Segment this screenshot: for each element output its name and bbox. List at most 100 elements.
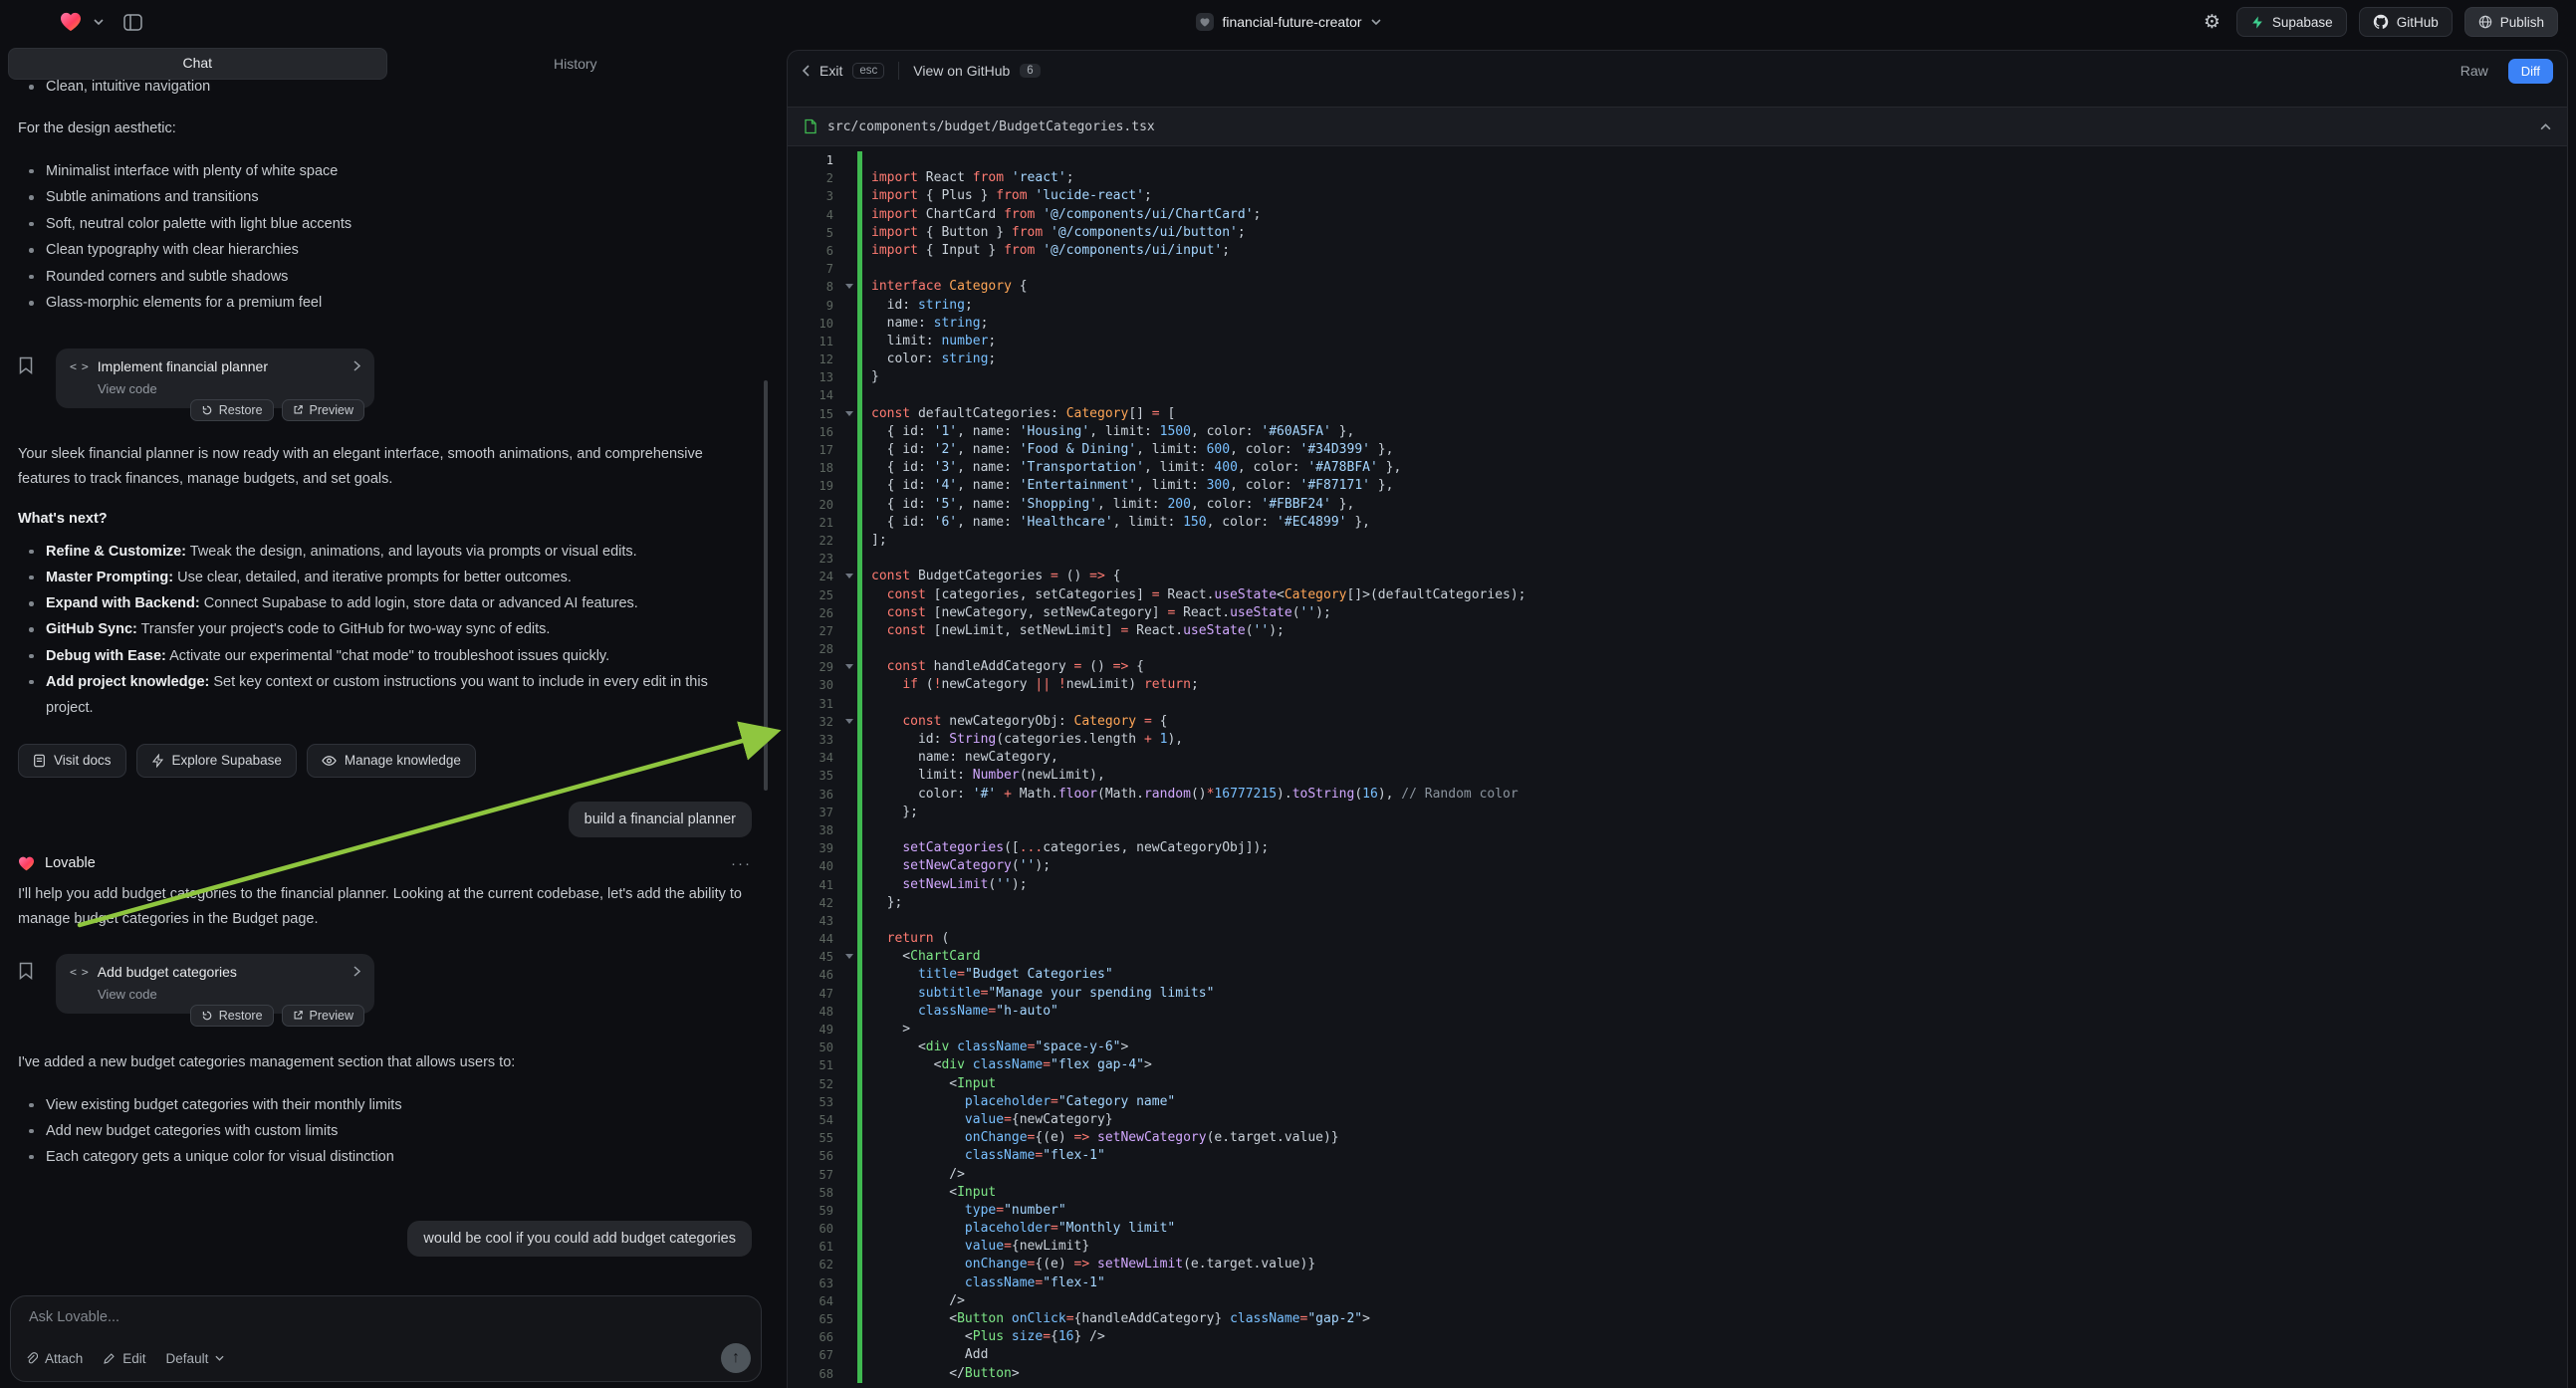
- preview-button[interactable]: Preview: [282, 399, 364, 421]
- collapse-chevron-up-icon[interactable]: [2540, 123, 2551, 130]
- code-line: 25 const [categories, setCategories] = R…: [788, 586, 2567, 604]
- code-line: 63 className="flex-1": [788, 1274, 2567, 1292]
- chat-panel: Chat History Clean, intuitive navigation…: [0, 44, 772, 1388]
- diff-added-gutter: [857, 857, 862, 875]
- chat-scrollbar[interactable]: [764, 380, 768, 791]
- diff-added-gutter: [857, 1220, 862, 1238]
- project-chevron-down-icon: [1371, 19, 1381, 25]
- lovable-heart-logo[interactable]: [60, 12, 82, 32]
- diff-added-gutter: [857, 206, 862, 224]
- code-line: 56 className="flex-1": [788, 1147, 2567, 1165]
- code-line: 37 };: [788, 804, 2567, 821]
- message-menu-icon[interactable]: ···: [731, 855, 752, 872]
- explore-supabase-button[interactable]: Explore Supabase: [136, 744, 297, 778]
- code-line: 58 <Input: [788, 1184, 2567, 1202]
- diff-added-gutter: [857, 1039, 862, 1056]
- next-steps-list: Refine & Customize: Tweak the design, an…: [18, 539, 752, 722]
- edit-button[interactable]: Edit: [103, 1351, 145, 1366]
- code-line: 6import { Input } from '@/components/ui/…: [788, 242, 2567, 260]
- code-brackets-icon: < >: [70, 965, 88, 979]
- code-line: 52 <Input: [788, 1075, 2567, 1093]
- code-line: 39 setCategories([...categories, newCate…: [788, 839, 2567, 857]
- code-line: 2import React from 'react';: [788, 169, 2567, 187]
- fold-chevron-icon[interactable]: [841, 948, 857, 966]
- sidebar-toggle-icon[interactable]: [123, 14, 142, 31]
- external-link-icon: [293, 404, 304, 415]
- code-line: 68 </Button>: [788, 1365, 2567, 1383]
- diff-added-gutter: [857, 749, 862, 767]
- diff-added-gutter: [857, 676, 862, 694]
- publish-button[interactable]: Publish: [2464, 7, 2558, 37]
- diff-added-gutter: [857, 640, 862, 658]
- code-line: 3import { Plus } from 'lucide-react';: [788, 187, 2567, 205]
- esc-key-badge: esc: [852, 63, 884, 79]
- diff-added-gutter: [857, 894, 862, 912]
- commit-count-badge: 6: [1020, 64, 1040, 78]
- bullet-item: Soft, neutral color palette with light b…: [18, 211, 752, 238]
- diff-added-gutter: [857, 278, 862, 296]
- code-line: 51 <div className="flex gap-4">: [788, 1056, 2567, 1074]
- send-button[interactable]: ↑: [721, 1343, 751, 1373]
- code-line: 1: [788, 151, 2567, 169]
- restore-button[interactable]: Restore: [190, 1005, 274, 1027]
- diff-added-gutter: [857, 242, 862, 260]
- implement-planner-card[interactable]: < > Implement financial planner View cod…: [56, 348, 374, 408]
- topbar: financial-future-creator ⚙ Supabase GitH…: [0, 0, 2576, 44]
- diff-added-gutter: [857, 839, 862, 857]
- code-line: 67 Add: [788, 1346, 2567, 1364]
- diff-added-gutter: [857, 1093, 862, 1111]
- view-on-github-link[interactable]: View on GitHub: [913, 63, 1010, 79]
- code-panel: Exit esc View on GitHub 6 Raw Diff src/c…: [787, 50, 2568, 1388]
- bookmark-icon[interactable]: [18, 954, 56, 1014]
- bullet-item: Rounded corners and subtle shadows: [18, 264, 752, 291]
- diff-added-gutter: [857, 821, 862, 839]
- add-budget-categories-card[interactable]: < > Add budget categories View code Rest…: [56, 954, 374, 1014]
- code-line: 44 return (: [788, 930, 2567, 948]
- visit-docs-button[interactable]: Visit docs: [18, 744, 126, 778]
- diff-toggle[interactable]: Diff: [2508, 59, 2553, 84]
- assistant-name: Lovable: [45, 855, 96, 871]
- fold-chevron-icon[interactable]: [841, 278, 857, 296]
- restore-button[interactable]: Restore: [190, 399, 274, 421]
- github-button[interactable]: GitHub: [2359, 7, 2453, 37]
- diff-added-gutter: [857, 386, 862, 404]
- exit-button[interactable]: Exit: [820, 63, 842, 79]
- fold-chevron-icon[interactable]: [841, 405, 857, 423]
- diff-added-gutter: [857, 1238, 862, 1256]
- manage-knowledge-button[interactable]: Manage knowledge: [307, 744, 476, 778]
- code-line: 50 <div className="space-y-6">: [788, 1039, 2567, 1056]
- fold-chevron-icon[interactable]: [841, 568, 857, 585]
- mode-selector[interactable]: Default: [166, 1351, 225, 1366]
- back-chevron-icon[interactable]: [802, 65, 810, 77]
- logo-chevron-down-icon[interactable]: [94, 19, 104, 25]
- diff-added-gutter: [857, 1129, 862, 1147]
- diff-added-gutter: [857, 713, 862, 731]
- code-line: 24const BudgetCategories = () => {: [788, 568, 2567, 585]
- bookmark-icon[interactable]: [18, 348, 56, 408]
- raw-toggle[interactable]: Raw: [2451, 63, 2498, 79]
- code-line: 21 { id: '6', name: 'Healthcare', limit:…: [788, 514, 2567, 532]
- view-code-link[interactable]: View code: [98, 381, 360, 396]
- view-code-link[interactable]: View code: [98, 987, 360, 1002]
- fold-chevron-icon[interactable]: [841, 658, 857, 676]
- diff-added-gutter: [857, 1310, 862, 1328]
- bullet-item: Clean typography with clear hierarchies: [18, 237, 752, 264]
- supabase-bolt-icon: [2250, 15, 2264, 30]
- file-header[interactable]: src/components/budget/BudgetCategories.t…: [788, 107, 2567, 146]
- diff-added-gutter: [857, 532, 862, 550]
- diff-added-gutter: [857, 1056, 862, 1074]
- code-line: 19 { id: '4', name: 'Entertainment', lim…: [788, 477, 2567, 495]
- attach-button[interactable]: Attach: [25, 1351, 83, 1366]
- preview-button[interactable]: Preview: [282, 1005, 364, 1027]
- message-card-row: < > Implement financial planner View cod…: [18, 348, 752, 408]
- bullet-item: View existing budget categories with the…: [18, 1092, 752, 1118]
- diff-added-gutter: [857, 1021, 862, 1039]
- settings-gear-icon[interactable]: ⚙: [2200, 13, 2225, 32]
- supabase-button[interactable]: Supabase: [2236, 7, 2347, 37]
- fold-chevron-icon[interactable]: [841, 713, 857, 731]
- project-name: financial-future-creator: [1222, 14, 1361, 30]
- diff-added-gutter: [857, 496, 862, 514]
- chat-input[interactable]: [27, 1308, 745, 1326]
- code-line: 62 onChange={(e) => setNewLimit(e.target…: [788, 1256, 2567, 1273]
- project-switcher[interactable]: financial-future-creator: [1195, 0, 1380, 44]
